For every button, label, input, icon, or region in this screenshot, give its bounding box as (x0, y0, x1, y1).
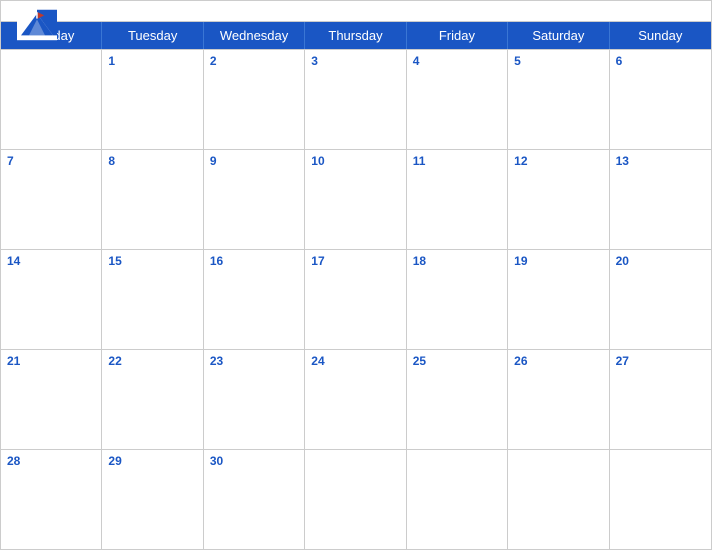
day-cell: 9 (204, 150, 305, 249)
week-row-1: 123456 (1, 49, 711, 149)
day-cell: 22 (102, 350, 203, 449)
day-cell: 23 (204, 350, 305, 449)
calendar-grid: MondayTuesdayWednesdayThursdayFridaySatu… (1, 21, 711, 549)
day-cell: 14 (1, 250, 102, 349)
day-cell (407, 450, 508, 549)
day-number: 15 (108, 254, 196, 268)
day-cell: 27 (610, 350, 711, 449)
day-cell: 24 (305, 350, 406, 449)
day-header-wednesday: Wednesday (204, 22, 305, 49)
day-number: 9 (210, 154, 298, 168)
day-cell: 1 (102, 50, 203, 149)
day-header-sunday: Sunday (610, 22, 711, 49)
day-cell: 5 (508, 50, 609, 149)
day-number: 22 (108, 354, 196, 368)
day-cell: 16 (204, 250, 305, 349)
day-number: 14 (7, 254, 95, 268)
day-cell: 25 (407, 350, 508, 449)
day-header-saturday: Saturday (508, 22, 609, 49)
week-row-4: 21 22 23 24 25 26 27 (1, 349, 711, 449)
day-cell: 28 (1, 450, 102, 549)
day-number: 26 (514, 354, 602, 368)
day-cell (508, 450, 609, 549)
day-number: 20 (616, 254, 705, 268)
day-number: 10 (311, 154, 399, 168)
day-cell (1, 50, 102, 149)
weeks-container: 1234567891011121314151617181920212223242… (1, 49, 711, 549)
day-number: 1 (108, 54, 196, 68)
day-cell: 6 (610, 50, 711, 149)
day-cell: 2 (204, 50, 305, 149)
day-cell: 3 (305, 50, 406, 149)
day-header-thursday: Thursday (305, 22, 406, 49)
day-number: 18 (413, 254, 501, 268)
day-header-friday: Friday (407, 22, 508, 49)
day-cell: 29 (102, 450, 203, 549)
day-cell: 4 (407, 50, 508, 149)
day-number: 6 (616, 54, 705, 68)
calendar-header (1, 1, 711, 21)
day-number: 13 (616, 154, 705, 168)
day-cell: 7 (1, 150, 102, 249)
day-number: 7 (7, 154, 95, 168)
day-cell: 11 (407, 150, 508, 249)
day-number: 21 (7, 354, 95, 368)
week-row-3: 14 15 16 17 18 19 20 (1, 249, 711, 349)
day-cell: 21 (1, 350, 102, 449)
day-number: 3 (311, 54, 399, 68)
day-number: 11 (413, 154, 501, 168)
day-number: 29 (108, 454, 196, 468)
day-number: 16 (210, 254, 298, 268)
day-number: 23 (210, 354, 298, 368)
day-number: 2 (210, 54, 298, 68)
day-cell: 15 (102, 250, 203, 349)
day-number: 28 (7, 454, 95, 468)
day-number: 19 (514, 254, 602, 268)
day-number: 27 (616, 354, 705, 368)
day-cell: 13 (610, 150, 711, 249)
day-cell: 17 (305, 250, 406, 349)
day-headers: MondayTuesdayWednesdayThursdayFridaySatu… (1, 22, 711, 49)
day-cell: 8 (102, 150, 203, 249)
day-cell: 18 (407, 250, 508, 349)
day-cell (305, 450, 406, 549)
day-number: 8 (108, 154, 196, 168)
day-cell: 30 (204, 450, 305, 549)
week-row-5: 28 29 30 (1, 449, 711, 549)
day-cell: 12 (508, 150, 609, 249)
day-number: 25 (413, 354, 501, 368)
day-cell: 10 (305, 150, 406, 249)
day-cell: 19 (508, 250, 609, 349)
day-number: 4 (413, 54, 501, 68)
day-cell (610, 450, 711, 549)
logo (17, 9, 57, 37)
week-row-2: 789 10 11 12 13 (1, 149, 711, 249)
day-header-tuesday: Tuesday (102, 22, 203, 49)
calendar: MondayTuesdayWednesdayThursdayFridaySatu… (0, 0, 712, 550)
day-cell: 26 (508, 350, 609, 449)
day-number: 5 (514, 54, 602, 68)
day-cell: 20 (610, 250, 711, 349)
logo-icon (17, 9, 57, 41)
day-number: 24 (311, 354, 399, 368)
day-number: 12 (514, 154, 602, 168)
day-number: 17 (311, 254, 399, 268)
day-number: 30 (210, 454, 298, 468)
